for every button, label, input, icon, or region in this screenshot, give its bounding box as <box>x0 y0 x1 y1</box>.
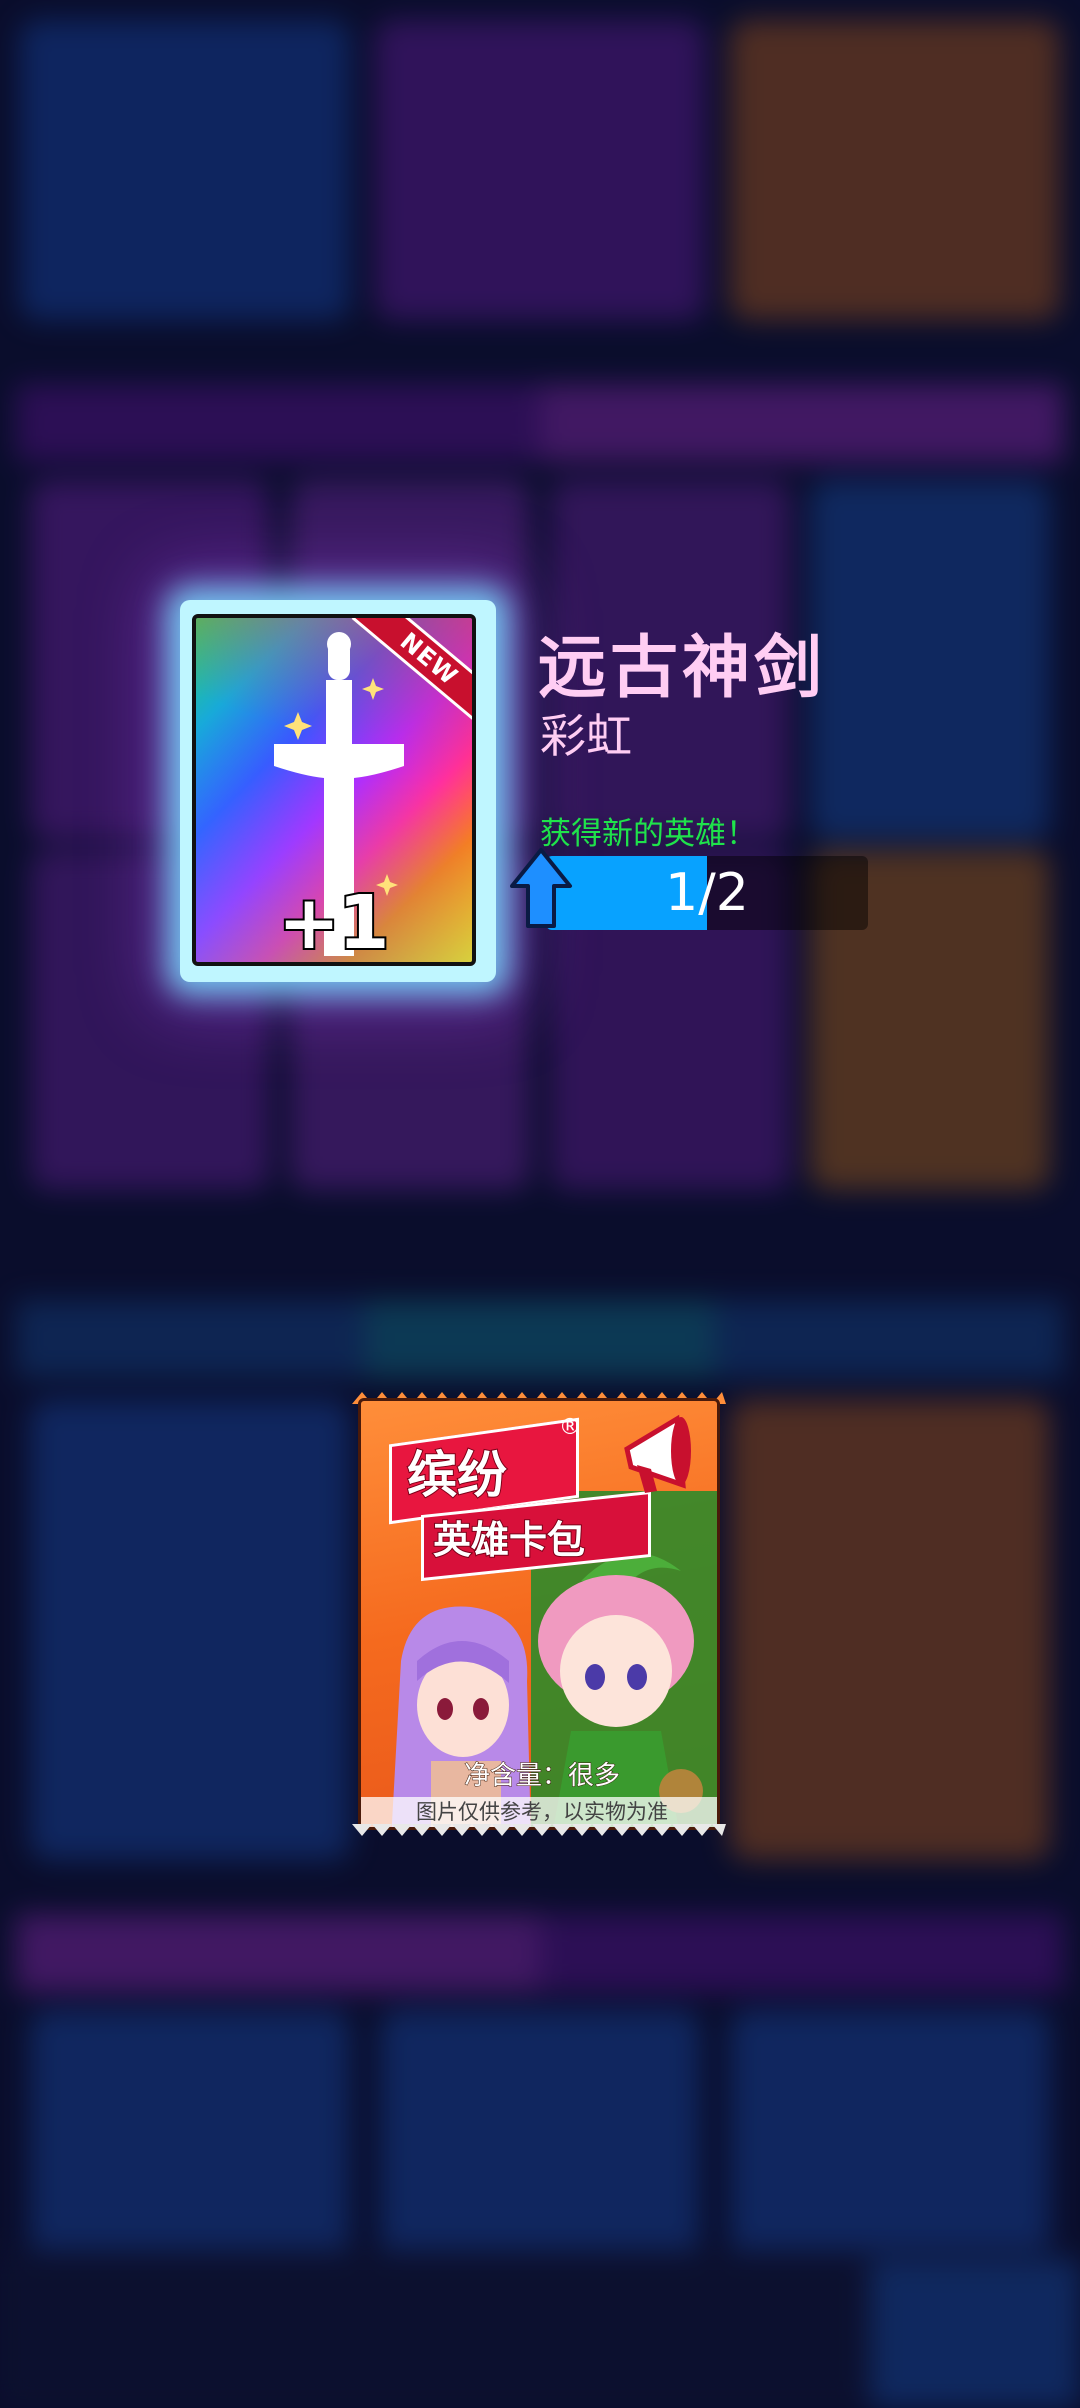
pack-net-content: 净含量：很多 <box>463 1761 620 1792</box>
dim-overlay[interactable] <box>0 0 1080 2408</box>
pack-bottom-edge <box>352 1824 726 1836</box>
item-name: 远古神剑 <box>538 629 827 708</box>
pack-disclaimer: 图片仅供参考，以实物为准 <box>361 1797 717 1827</box>
progress-bar: 1/2 <box>546 856 868 930</box>
megaphone-icon <box>624 1414 691 1493</box>
progress-text: 1/2 <box>665 863 749 923</box>
item-rarity: 彩虹 <box>540 709 632 763</box>
pack-body: 缤纷 ® 英雄卡包 净含量：很多 图片仅供参考，以实物为准 <box>358 1398 720 1830</box>
hero-card-pack[interactable]: 缤纷 ® 英雄卡包 净含量：很多 图片仅供参考，以实物为准 <box>352 1392 726 1836</box>
pack-subtitle: 英雄卡包 <box>432 1517 586 1563</box>
upgrade-arrow-icon <box>510 848 572 928</box>
registered-mark: ® <box>559 1415 581 1440</box>
reward-card[interactable]: NEW +1 <box>192 614 476 966</box>
pack-brand: 缤纷 <box>406 1445 508 1505</box>
quantity-label: +1 <box>276 878 391 966</box>
